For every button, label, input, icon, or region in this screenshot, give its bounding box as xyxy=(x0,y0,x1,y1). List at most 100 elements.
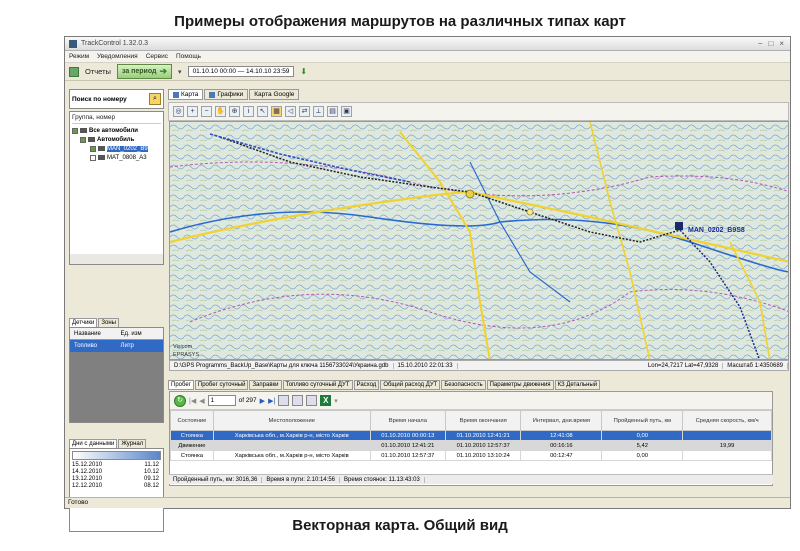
tab-safety[interactable]: Безопасность xyxy=(441,380,486,390)
reports-icon[interactable] xyxy=(69,66,79,77)
print-icon[interactable]: ▤ xyxy=(327,106,338,117)
tree-node-group[interactable]: Автомобиль xyxy=(72,135,161,144)
excel-icon[interactable]: X xyxy=(320,395,332,406)
day-date: 13.12.2010 xyxy=(72,476,103,482)
report-tabs: Пробег Пробег суточный Заправки Топливо … xyxy=(168,380,601,390)
chevron-down-icon[interactable]: ▾ xyxy=(178,68,182,76)
next-page-icon[interactable]: ▶ xyxy=(260,397,265,405)
cell-interval: 00:12:47 xyxy=(520,450,603,461)
report-panel: ↻ |◀ ◀ 1 of 297 ▶ ▶| X ▾ Состояние Место… xyxy=(169,391,773,486)
sensor-header: Название Ед. изм xyxy=(70,328,163,340)
tab-daily-mileage[interactable]: Пробег суточный xyxy=(194,380,249,390)
tab-mileage[interactable]: Пробег xyxy=(168,380,194,390)
tab-kz-detail[interactable]: КЗ Детальный xyxy=(554,380,601,390)
period-button[interactable]: за период ➔ xyxy=(116,64,173,79)
map-tabs: Карта Графики Карта Google xyxy=(168,89,300,100)
tab-refuels[interactable]: Заправки xyxy=(249,380,282,390)
cell-place: Харківська обл., м.Харків р-н, місто Хар… xyxy=(212,450,371,461)
column-header[interactable]: Состояние xyxy=(170,410,214,431)
map-path: D:\GPS Programms_BackUp_Base\Карты для к… xyxy=(170,362,394,369)
cell-place xyxy=(212,440,371,451)
zoom-out-icon[interactable]: − xyxy=(201,106,212,117)
cell-state: Движение xyxy=(170,440,214,451)
vehicle-marker[interactable] xyxy=(675,222,683,230)
reports-label[interactable]: Отчеты xyxy=(85,67,111,76)
tab-map[interactable]: Карта xyxy=(168,89,204,100)
back-icon[interactable]: ◁ xyxy=(285,106,296,117)
refresh-icon[interactable]: ↻ xyxy=(174,394,186,407)
cell-interval: 00:16:16 xyxy=(520,440,603,451)
pan-hand-icon[interactable]: ✋ xyxy=(215,106,226,117)
select-icon[interactable]: ↖ xyxy=(257,106,268,117)
ruler-icon[interactable]: ⟂ xyxy=(313,106,324,117)
column-header[interactable]: Время начала xyxy=(369,410,447,431)
list-item[interactable]: 13.12.2010 09.12 xyxy=(72,476,161,483)
menu-notifications[interactable]: Уведомления xyxy=(97,53,138,60)
zoom-in-icon[interactable]: + xyxy=(187,106,198,117)
export-icon[interactable]: ▣ xyxy=(341,106,352,117)
cell-distance: 0,00 xyxy=(601,430,684,441)
list-item[interactable]: 14.12.2010 10.12 xyxy=(72,469,161,476)
scrollbar[interactable] xyxy=(70,254,163,264)
column-header[interactable]: Средняя скорость, км/ч xyxy=(682,410,772,431)
layers-icon[interactable]: ▦ xyxy=(271,106,282,117)
filter-icon[interactable] xyxy=(278,395,290,406)
table-row[interactable]: Стоянка Харківська обл., м.Харків р-н, м… xyxy=(170,430,772,441)
tab-motion-params[interactable]: Параметры движения xyxy=(486,380,554,390)
map-datetime: 15.10.2010 22:01:33 xyxy=(394,362,458,369)
print-icon[interactable] xyxy=(306,395,318,406)
prev-page-icon[interactable]: ◀ xyxy=(199,397,204,405)
tab-google-map[interactable]: Карта Google xyxy=(249,89,300,100)
zoom-window-icon[interactable]: ⊕ xyxy=(229,106,240,117)
table-row[interactable]: Движение 01.10.2010 12:41:21 01.10.2010 … xyxy=(170,440,772,451)
tree-node-all[interactable]: Все автомобили xyxy=(72,126,161,135)
tab-daily-fuel[interactable]: Топливо суточный ДУТ xyxy=(282,380,353,390)
date-filter-input[interactable] xyxy=(72,451,161,460)
download-icon[interactable]: ⬇ xyxy=(300,67,307,76)
table-row[interactable]: Стоянка Харківська обл., м.Харків р-н, м… xyxy=(170,450,772,461)
column-header[interactable]: Местоположение xyxy=(212,410,371,431)
status-bar: Готово xyxy=(65,497,790,508)
first-page-icon[interactable]: |◀ xyxy=(189,397,196,405)
tree-node-vehicle[interactable]: MAT_0808_A3 xyxy=(72,153,161,162)
tree-node-label: Автомобиль xyxy=(97,136,135,143)
list-item[interactable]: 15.12.2010 11.12 xyxy=(72,462,161,469)
tree-node-vehicle[interactable]: MAN_0202_B9 xyxy=(72,144,161,153)
tree-node-label: MAT_0808_A3 xyxy=(107,154,147,161)
last-page-icon[interactable]: ▶| xyxy=(268,397,275,405)
vector-map[interactable]: MAN_0202_B9S8 Visicom EPRASYS xyxy=(169,121,789,360)
mileage-table: Состояние Местоположение Время начала Вр… xyxy=(170,410,772,461)
page-input[interactable]: 1 xyxy=(207,395,236,406)
info-icon[interactable]: i xyxy=(243,106,254,117)
menu-mode[interactable]: Режим xyxy=(69,53,89,60)
tab-consumption[interactable]: Расход xyxy=(353,380,380,390)
minimize-button[interactable]: − xyxy=(758,39,763,48)
tab-charts[interactable]: Графики xyxy=(204,89,249,100)
columns-icon[interactable] xyxy=(292,395,304,406)
checkbox[interactable] xyxy=(90,154,96,161)
list-item[interactable]: 12.12.2010 08.12 xyxy=(72,483,161,490)
menu-help[interactable]: Помощь xyxy=(176,53,201,60)
sensor-table: Название Ед. изм Топливо Литр xyxy=(69,327,164,423)
route-icon[interactable]: ⇄ xyxy=(299,106,310,117)
vehicle-tree: Группа, номер Все автомобили Автомобиль … xyxy=(69,111,164,265)
zoom-extent-icon[interactable]: ◎ xyxy=(173,106,184,117)
checkbox[interactable] xyxy=(72,127,78,134)
close-button[interactable]: × xyxy=(779,39,784,48)
menu-service[interactable]: Сервис xyxy=(146,53,168,60)
search-icon[interactable]: ⌕ xyxy=(149,93,161,105)
column-header: Ед. изм xyxy=(120,330,142,337)
checkbox[interactable] xyxy=(90,145,96,152)
map-coords: Lon=24,7217 Lat=47,9328 xyxy=(644,362,724,369)
trackcontrol-window: TrackControl 1.32.0.3 − □ × Режим Уведом… xyxy=(64,36,791,532)
date-range-field[interactable]: 01.10.10 00:00 — 14.10.10 23:59 xyxy=(187,66,295,77)
table-row[interactable]: Топливо Литр xyxy=(70,340,163,352)
checkbox[interactable] xyxy=(80,136,86,143)
tab-total-consumption[interactable]: Общий расход ДУТ xyxy=(380,380,441,390)
column-header[interactable]: Время окончания xyxy=(445,410,522,431)
chevron-down-icon[interactable]: ▾ xyxy=(334,397,338,405)
column-header[interactable]: Пройденный путь, км xyxy=(601,410,684,431)
column-header[interactable]: Интервал, дни.время xyxy=(520,410,603,431)
maximize-button[interactable]: □ xyxy=(768,39,773,48)
window-title: TrackControl 1.32.0.3 xyxy=(81,40,149,47)
